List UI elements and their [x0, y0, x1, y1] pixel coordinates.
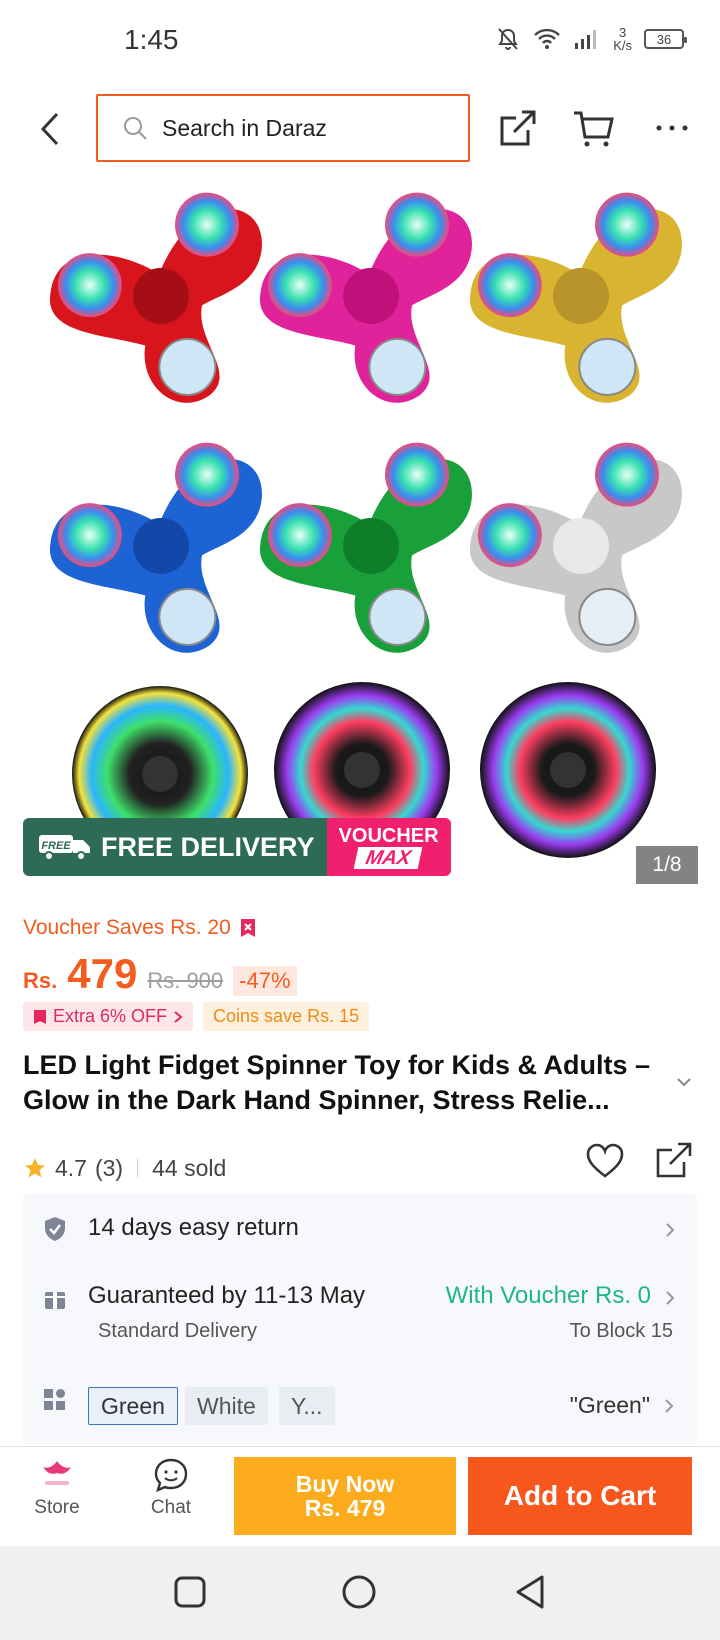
buy-now-label: Buy Now [295, 1471, 395, 1497]
product-image-gallery[interactable]: FREE FREE DELIVERY VOUCHER MAX 1/8 [0, 174, 720, 892]
voucher-max-badge: VOUCHER MAX [326, 818, 451, 876]
chevron-right-icon [665, 1399, 674, 1413]
star-icon [25, 1158, 45, 1178]
delivery-location-text: To Block 15 [569, 1320, 673, 1342]
shield-check-icon [45, 1217, 65, 1241]
network-speed-unit: K/s [613, 38, 632, 53]
bottom-action-bar: Store Chat Buy Now Rs. 479 Add to Cart [0, 1446, 720, 1546]
search-input[interactable]: Search in Daraz [96, 94, 470, 162]
voucher-ticket-icon [240, 919, 255, 937]
cart-icon [574, 111, 614, 147]
store-logo-icon [43, 1461, 71, 1485]
original-price: Rs. 900 [147, 968, 224, 993]
delivery-guarantee-text: Guaranteed by 11-13 May [88, 1282, 366, 1309]
more-options-button[interactable] [648, 104, 696, 152]
voucher-label: VOUCHER [338, 825, 439, 847]
coins-save-text: Coins save Rs. 15 [213, 1006, 360, 1026]
delivery-row[interactable]: Guaranteed by 11-13 May Standard Deliver… [23, 1264, 697, 1364]
status-icons: 3 K/s 36 [495, 26, 687, 52]
share-icon [500, 110, 536, 146]
return-policy-text: 14 days easy return [88, 1214, 299, 1241]
chat-icon [154, 1458, 188, 1493]
spinner-green [253, 442, 486, 665]
chevron-right-icon [666, 1291, 675, 1305]
spinner-silver [463, 442, 696, 665]
product-title: LED Light Fidget Spinner Toy for Kids & … [23, 1050, 650, 1115]
share-icon [656, 1142, 692, 1178]
heart-icon [586, 1143, 624, 1178]
spinner-red [43, 192, 276, 415]
status-time: 1:45 [124, 24, 179, 55]
share-button[interactable] [494, 104, 542, 152]
gift-box-icon [45, 1292, 65, 1309]
offer-row: Extra 6% OFF Coins save Rs. 15 [23, 1002, 370, 1031]
store-button[interactable]: Store [12, 1457, 102, 1519]
mute-notification-icon [498, 28, 519, 50]
rating-count: (3) [94, 1154, 124, 1181]
buy-now-price: Rs. 479 [304, 1495, 386, 1521]
spinner-pink [253, 192, 486, 415]
free-delivery-label: FREE DELIVERY [101, 831, 315, 862]
extra-off-text: Extra 6% OFF [53, 1006, 168, 1026]
variant-option-white[interactable]: White [185, 1387, 268, 1425]
store-label: Store [34, 1497, 80, 1518]
back-button[interactable] [30, 106, 70, 152]
search-placeholder: Search in Daraz [162, 114, 327, 141]
chevron-left-icon [40, 112, 59, 146]
free-delivery-badge: FREE FREE DELIVERY [23, 818, 327, 876]
chevron-right-icon [174, 1010, 183, 1023]
add-to-cart-button[interactable]: Add to Cart [468, 1457, 692, 1535]
coins-save-chip[interactable]: Coins save Rs. 15 [203, 1002, 370, 1031]
status-bar: 1:45 3 K/s 36 [0, 0, 720, 84]
signal-icon [575, 30, 597, 49]
sold-count: 44 sold [152, 1154, 227, 1181]
current-price: 479 [67, 950, 138, 997]
share-product-button[interactable] [654, 1140, 694, 1185]
rating-value: 4.7 [55, 1154, 87, 1181]
free-tag-text: FREE [41, 840, 71, 852]
buy-now-button[interactable]: Buy Now Rs. 479 [234, 1457, 456, 1535]
chevron-right-icon [666, 1223, 675, 1237]
variant-option-green[interactable]: Green [88, 1387, 178, 1425]
rating-separator [137, 1159, 139, 1177]
spinner-gold [463, 192, 696, 415]
selected-variant-label: "Green" [569, 1392, 650, 1418]
top-header: Search in Daraz [0, 84, 720, 174]
voucher-saves-text: Voucher Saves Rs. 20 [23, 916, 231, 939]
max-label: MAX [353, 847, 424, 869]
price-currency: Rs. [23, 968, 58, 993]
search-icon [124, 117, 147, 140]
cart-button[interactable] [570, 104, 618, 152]
extra-off-chip[interactable]: Extra 6% OFF [23, 1002, 194, 1031]
delivery-truck-icon: FREE [39, 835, 90, 861]
chevron-down-icon [677, 1078, 691, 1087]
chat-label: Chat [150, 1497, 192, 1518]
promo-banner: FREE FREE DELIVERY VOUCHER MAX [23, 818, 451, 876]
price-row: Rs. 479 Rs. 900 -47% [23, 950, 297, 998]
more-dots-icon [656, 125, 688, 131]
spinner-blue [43, 442, 276, 665]
back-nav-icon[interactable] [512, 1574, 548, 1610]
chat-button[interactable]: Chat [126, 1457, 216, 1519]
wishlist-button[interactable] [585, 1142, 625, 1185]
home-icon[interactable] [340, 1574, 378, 1612]
image-page-counter: 1/8 [636, 846, 698, 884]
battery-indicator: 36 [644, 29, 687, 49]
voucher-delivery-text: With Voucher Rs. 0 [445, 1282, 651, 1309]
delivery-type-text: Standard Delivery [98, 1320, 257, 1342]
wifi-icon [534, 28, 561, 49]
discount-badge: -47% [233, 966, 297, 996]
recent-apps-icon[interactable] [172, 1574, 208, 1610]
title-expand-button[interactable] [676, 1074, 692, 1092]
return-policy-row[interactable]: 14 days easy return [23, 1194, 697, 1264]
network-speed: 3 K/s [613, 26, 632, 52]
product-image [43, 192, 696, 862]
variant-option-more[interactable]: Y... [279, 1387, 335, 1425]
grid-icon [44, 1389, 65, 1410]
voucher-saves[interactable]: Voucher Saves Rs. 20 [23, 916, 257, 940]
system-navigation-bar [0, 1546, 720, 1640]
voucher-ticket-icon [34, 1009, 46, 1024]
